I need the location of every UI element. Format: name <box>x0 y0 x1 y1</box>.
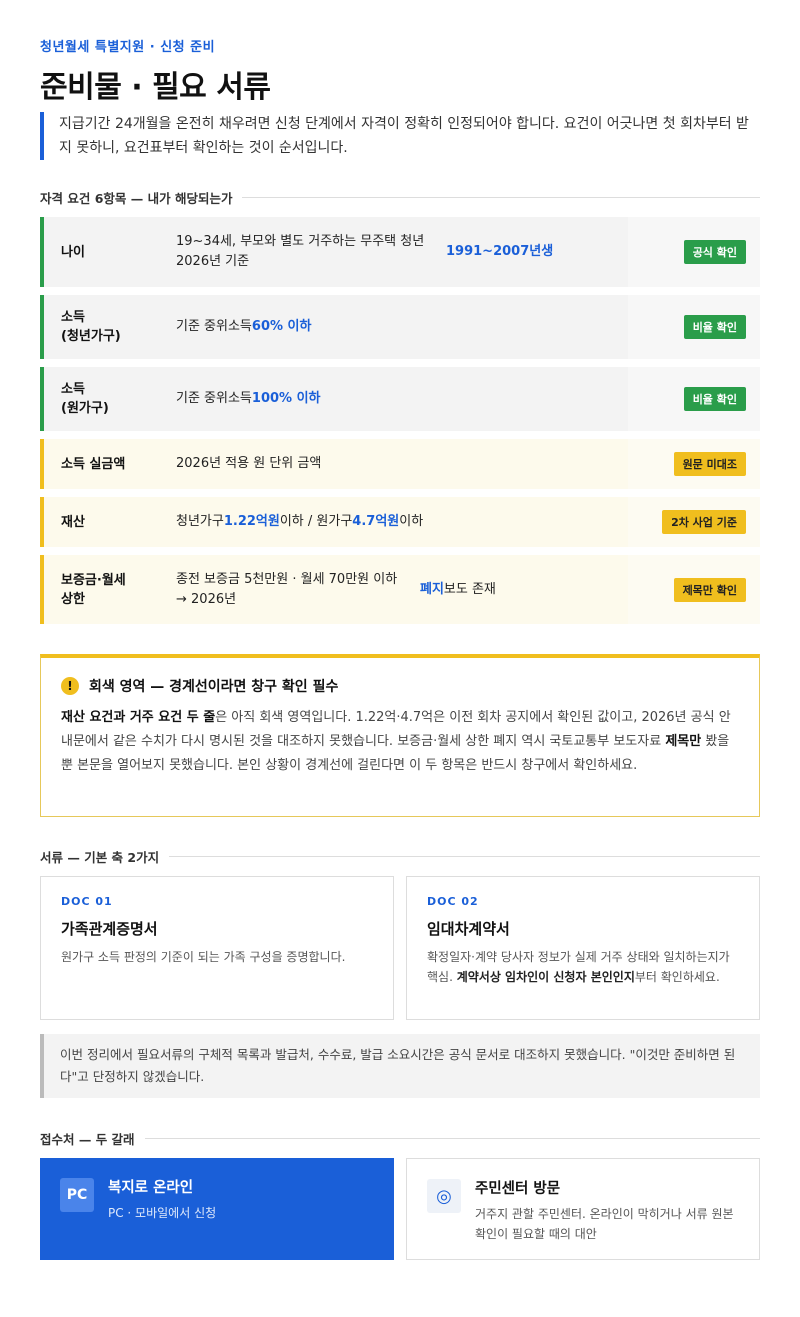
notice-title: 회색 영역 — 경계선이라면 창구 확인 필수 <box>89 679 339 695</box>
status-badge: 2차 사업 기준 <box>662 510 746 534</box>
document-title: 가족관계증명서 <box>61 920 158 938</box>
requirement-label: 재산 <box>61 514 85 530</box>
requirement-text: → 2026년 <box>176 591 237 607</box>
document-description: 확정일자·계약 당사자 정보가 실제 거주 상태와 일치하는지가 핵심. 계약서… <box>427 950 730 984</box>
channels-section-head: 접수처 — 두 갈래 <box>40 1129 760 1147</box>
requirement-highlight: 폐지 <box>420 581 444 597</box>
requirement-row-income-youth: 소득 (청년가구) 기준 중위소득 60% 이하 비율 확인 <box>40 295 760 359</box>
channel-online-card[interactable]: PC 복지로 온라인 PC · 모바일에서 신청 <box>40 1158 394 1260</box>
requirement-value: 2026년 적용 원 단위 금액 <box>176 454 628 474</box>
document-description: 원가구 소득 판정의 기준이 되는 가족 구성을 증명합니다. <box>61 950 346 964</box>
channels-section-title: 접수처 — 두 갈래 <box>40 1131 135 1147</box>
status-badge: 공식 확인 <box>683 240 746 264</box>
documents-section-title: 서류 — 기본 축 2가지 <box>40 849 160 865</box>
caution-notice: ! 회색 영역 — 경계선이라면 창구 확인 필수 재산 요건과 거주 요건 두… <box>40 654 760 817</box>
requirement-label: 나이 <box>61 244 85 260</box>
page-title: 준비물 · 필요 서류 <box>40 70 271 105</box>
requirement-text: 2026년 적용 원 단위 금액 <box>176 456 322 471</box>
eyebrow: 청년월세 특별지원 · 신청 준비 <box>40 40 216 55</box>
document-code: DOC 01 <box>61 895 113 908</box>
requirement-row-deposit-rent: 보증금·월세 상한 종전 보증금 5천만원 · 월세 70만원 이하 → 2026… <box>40 555 760 624</box>
requirement-highlight: 100% 이하 <box>251 391 321 406</box>
document-code: DOC 02 <box>427 895 479 908</box>
requirement-value: 종전 보증금 5천만원 · 월세 70만원 이하 → 2026년 폐지 보도 존재 <box>176 571 496 607</box>
divider <box>169 855 760 857</box>
requirement-text: 기준 중위소득 <box>176 391 252 406</box>
channel-description: PC · 모바일에서 신청 <box>108 1206 217 1220</box>
requirement-label: 소득 실금액 <box>61 456 126 472</box>
documents-section-head: 서류 — 기본 축 2가지 <box>40 847 760 865</box>
requirement-value: 기준 중위소득 60% 이하 <box>176 317 628 337</box>
requirement-highlight: 4.7억원 <box>352 514 400 529</box>
requirement-text: 19~34세, 부모와 별도 거주하는 무주택 청년 <box>176 234 425 249</box>
requirement-label: 보증금·월세 상한 <box>61 572 126 607</box>
document-card-family: DOC 01 가족관계증명서 원가구 소득 판정의 기준이 되는 가족 구성을 … <box>40 876 394 1020</box>
requirement-label: 소득 (원가구) <box>61 382 109 416</box>
channel-description: 거주지 관할 주민센터. 온라인이 막히거나 서류 원본 확인이 필요할 때의 … <box>475 1207 734 1241</box>
status-badge: 제목만 확인 <box>673 577 746 602</box>
requirement-highlight: 1991~2007년생 <box>446 244 554 259</box>
requirement-value: 19~34세, 부모와 별도 거주하는 무주택 청년 2026년 기준 1991… <box>176 232 628 272</box>
target-icon: ◎ <box>427 1179 461 1213</box>
status-badge: 원문 미대조 <box>673 452 746 476</box>
disclaimer-note: 이번 정리에서 필요서류의 구체적 목록과 발급처, 수수료, 발급 소요시간은… <box>40 1034 760 1098</box>
requirement-highlight: 60% 이하 <box>251 319 312 334</box>
requirements-section-title: 자격 요건 6항목 — 내가 해당되는가 <box>40 190 233 206</box>
channel-title: 주민센터 방문 <box>475 1181 561 1197</box>
channel-visit-card[interactable]: ◎ 주민센터 방문 거주지 관할 주민센터. 온라인이 막히거나 서류 원본 확… <box>406 1158 760 1260</box>
requirement-value: 기준 중위소득 100% 이하 <box>176 389 628 409</box>
requirement-text: 종전 보증금 5천만원 · 월세 70만원 이하 <box>176 571 398 587</box>
document-title: 임대차계약서 <box>427 920 510 938</box>
status-badge: 비율 확인 <box>683 387 746 411</box>
divider <box>242 196 760 198</box>
requirement-row-assets: 재산 청년가구 1.22억원 이하 / 원가구 4.7억원 이하 2차 사업 기준 <box>40 497 760 547</box>
lead-paragraph: 지급기간 24개월을 온전히 채우려면 신청 단계에서 자격이 정확히 인정되어… <box>40 112 760 160</box>
requirement-text: 기준 중위소득 <box>176 319 252 334</box>
requirement-row-age: 나이 19~34세, 부모와 별도 거주하는 무주택 청년 2026년 기준 1… <box>40 217 760 287</box>
divider <box>144 1137 760 1139</box>
channel-title: 복지로 온라인 <box>108 1180 194 1196</box>
requirement-text: 2026년 기준 <box>176 254 250 269</box>
requirement-label: 소득 (청년가구) <box>61 310 121 344</box>
notice-body: 재산 요건과 거주 요건 두 줄은 아직 회색 영역입니다. 1.22억·4.7… <box>61 710 731 773</box>
pc-icon: PC <box>60 1178 94 1212</box>
requirement-row-income-origin: 소득 (원가구) 기준 중위소득 100% 이하 비율 확인 <box>40 367 760 431</box>
requirement-highlight: 1.22억원 <box>223 514 280 529</box>
document-card-lease: DOC 02 임대차계약서 확정일자·계약 당사자 정보가 실제 거주 상태와 … <box>406 876 760 1020</box>
requirements-section-head: 자격 요건 6항목 — 내가 해당되는가 <box>40 188 760 206</box>
requirement-value: 청년가구 1.22억원 이하 / 원가구 4.7억원 이하 <box>176 512 628 532</box>
warning-icon: ! <box>61 677 79 695</box>
requirement-row-income-amount: 소득 실금액 2026년 적용 원 단위 금액 원문 미대조 <box>40 439 760 489</box>
status-badge: 비율 확인 <box>683 315 746 339</box>
